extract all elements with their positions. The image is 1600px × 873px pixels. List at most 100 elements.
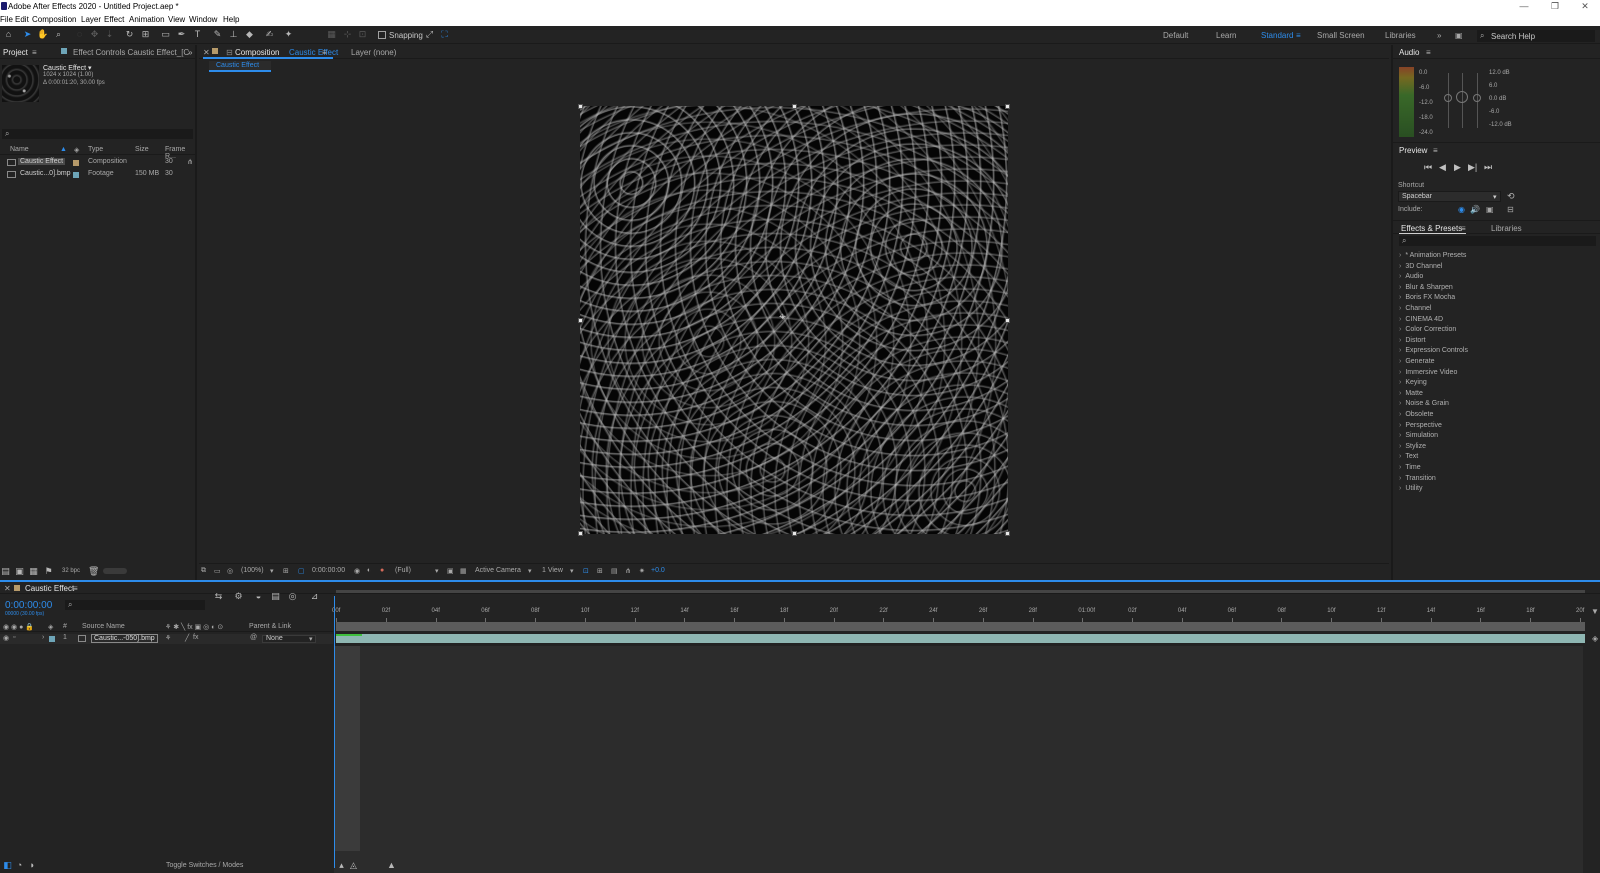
- menu-window[interactable]: Window: [189, 15, 217, 24]
- region-of-interest-icon[interactable]: ▣: [447, 567, 454, 575]
- effects-search-input[interactable]: ⌕: [1399, 236, 1596, 246]
- shy-layers-icon[interactable]: ◒: [253, 591, 264, 602]
- composition-viewer[interactable]: [580, 106, 1008, 534]
- bounding-handle[interactable]: [792, 104, 797, 109]
- draft-3d-icon[interactable]: ⚙: [233, 591, 244, 602]
- vr-icon[interactable]: ◎: [227, 567, 233, 575]
- menu-effect[interactable]: Effect: [104, 15, 124, 24]
- effects-category[interactable]: › Transition: [1399, 475, 1436, 482]
- zoom-tool-icon[interactable]: ⌕: [53, 29, 64, 40]
- menu-help[interactable]: Help: [223, 15, 239, 24]
- roto-brush-icon[interactable]: ✍: [264, 29, 275, 40]
- effects-category[interactable]: › Expression Controls: [1399, 347, 1468, 354]
- menu-composition[interactable]: Composition: [32, 15, 76, 24]
- effects-category[interactable]: › Audio: [1399, 273, 1423, 280]
- zoom-dropdown[interactable]: (100%): [241, 567, 264, 574]
- effects-category[interactable]: › Utility: [1399, 485, 1422, 492]
- collapse-switch-icon[interactable]: ⚘: [165, 634, 171, 642]
- grid-guide-icon[interactable]: ⊞: [283, 567, 289, 575]
- label-color[interactable]: [49, 636, 55, 642]
- previous-frame-icon[interactable]: ◀: [1439, 162, 1446, 173]
- effects-category[interactable]: › Blur & Sharpen: [1399, 284, 1453, 291]
- hand-tool-icon[interactable]: ✋: [37, 29, 48, 40]
- project-menu-icon[interactable]: ≡: [32, 48, 37, 57]
- more-workspaces-icon[interactable]: »: [1437, 31, 1441, 40]
- exposure-value[interactable]: +0.0: [651, 567, 665, 574]
- effects-category[interactable]: › Channel: [1399, 305, 1431, 312]
- col-type[interactable]: Type: [88, 146, 103, 153]
- toggle-switches-icon[interactable]: ◔: [14, 860, 25, 871]
- parent-dropdown[interactable]: None ▾: [262, 635, 316, 643]
- anchor-point-icon[interactable]: ⌖: [779, 309, 786, 324]
- views-chevron-icon[interactable]: ▾: [570, 567, 574, 575]
- frame-blending-icon[interactable]: ▤: [270, 591, 281, 602]
- mask-visibility-icon[interactable]: ▢: [298, 567, 305, 575]
- minimize-button[interactable]: —: [1517, 1, 1531, 12]
- playhead[interactable]: [334, 596, 335, 868]
- workspace-default[interactable]: Default: [1163, 31, 1188, 40]
- brush-tool-icon[interactable]: ✎: [212, 29, 223, 40]
- new-folder-icon[interactable]: ▣: [14, 566, 25, 577]
- tab-effect-controls[interactable]: Effect Controls Caustic Effect_[C: [73, 48, 189, 57]
- toggle-transfer-icon[interactable]: ◑: [26, 860, 37, 871]
- tab-libraries[interactable]: Libraries: [1491, 224, 1522, 233]
- expand-layer-icon[interactable]: ›: [42, 634, 44, 641]
- effects-category[interactable]: › Time: [1399, 464, 1421, 471]
- workspace-standard[interactable]: Standard: [1261, 31, 1293, 40]
- effects-category[interactable]: › Keying: [1399, 379, 1427, 386]
- reset-icon[interactable]: ⟲: [1507, 191, 1515, 202]
- thumbnail-slider[interactable]: [103, 568, 127, 574]
- time-ruler[interactable]: 00f 02f 04f 06f 08f 10f 12f 14f 16f 18f 20f 22f 24f 2…: [332, 596, 1600, 624]
- search-help-field[interactable]: ⌕ Search Help: [1477, 30, 1595, 42]
- menu-view[interactable]: View: [168, 15, 185, 24]
- flowchart-icon[interactable]: ⋔: [187, 158, 193, 166]
- effects-category[interactable]: › Immersive Video: [1399, 369, 1457, 376]
- preview-menu-icon[interactable]: ≡: [1433, 146, 1438, 155]
- effects-category[interactable]: › 3D Channel: [1399, 263, 1442, 270]
- include-video-icon[interactable]: ◉: [1458, 205, 1465, 214]
- audio-slider-knob[interactable]: [1444, 94, 1452, 102]
- next-frame-icon[interactable]: ▶|: [1468, 162, 1477, 173]
- timeline-search-input[interactable]: ⌕: [65, 600, 205, 610]
- close-button[interactable]: ✕: [1578, 1, 1592, 12]
- zoom-chevron-icon[interactable]: ▾: [270, 567, 274, 575]
- transparency-grid-icon[interactable]: ▦: [460, 567, 467, 575]
- snap-edges-icon[interactable]: ⤢: [424, 29, 435, 40]
- effects-category[interactable]: › Matte: [1399, 390, 1423, 397]
- home-icon[interactable]: ⌂: [3, 29, 14, 40]
- col-source-name[interactable]: Source Name: [82, 623, 125, 630]
- bit-depth-label[interactable]: 32 bpc: [62, 568, 80, 574]
- comp-button-icon[interactable]: ◈: [1592, 634, 1598, 643]
- effects-category[interactable]: › Text: [1399, 453, 1418, 460]
- effects-category[interactable]: › * Animation Presets: [1399, 252, 1466, 259]
- zoom-in-icon[interactable]: ▲: [386, 860, 397, 871]
- effect-switch-icon[interactable]: fx: [193, 634, 198, 641]
- effects-menu-icon[interactable]: ≡: [1461, 224, 1466, 233]
- include-overlays-icon[interactable]: ▣: [1486, 205, 1494, 214]
- workspace-libraries[interactable]: Libraries: [1385, 31, 1416, 40]
- graph-editor-icon[interactable]: ⊿: [309, 591, 320, 602]
- workspace-settings-icon[interactable]: ▣: [1455, 31, 1463, 40]
- clone-stamp-icon[interactable]: ⊥: [228, 29, 239, 40]
- shortcut-dropdown[interactable]: Spacebar ▾: [1398, 191, 1501, 202]
- workspace-menu-icon[interactable]: ≡: [1296, 31, 1301, 40]
- effects-category[interactable]: › Simulation: [1399, 432, 1438, 439]
- always-preview-icon[interactable]: ⧉: [201, 567, 206, 575]
- work-area-bar[interactable]: [336, 590, 1585, 593]
- views-dropdown[interactable]: 1 View: [542, 567, 563, 574]
- rotation-tool-icon[interactable]: ↻: [124, 29, 135, 40]
- menu-layer[interactable]: Layer: [81, 15, 101, 24]
- orbit-camera-icon[interactable]: ◌: [74, 29, 85, 40]
- resolution-dropdown[interactable]: (Full): [395, 567, 411, 574]
- project-comp-name[interactable]: Caustic Effect ▾: [43, 64, 92, 72]
- bounding-handle[interactable]: [1005, 531, 1010, 536]
- zoom-end-icon[interactable]: ▼: [1591, 607, 1599, 616]
- bounding-handle[interactable]: [578, 318, 583, 323]
- include-audio-icon[interactable]: 🔊: [1470, 205, 1480, 214]
- last-frame-icon[interactable]: ⏭: [1484, 162, 1492, 173]
- menu-file[interactable]: File: [0, 15, 13, 24]
- project-item-composition[interactable]: Caustic Effect Composition 30 ⋔: [0, 157, 195, 168]
- visibility-eye-icon[interactable]: ◉: [3, 634, 9, 642]
- tab-audio[interactable]: Audio: [1399, 48, 1419, 57]
- pan-behind-tool-icon[interactable]: ⊞: [140, 29, 151, 40]
